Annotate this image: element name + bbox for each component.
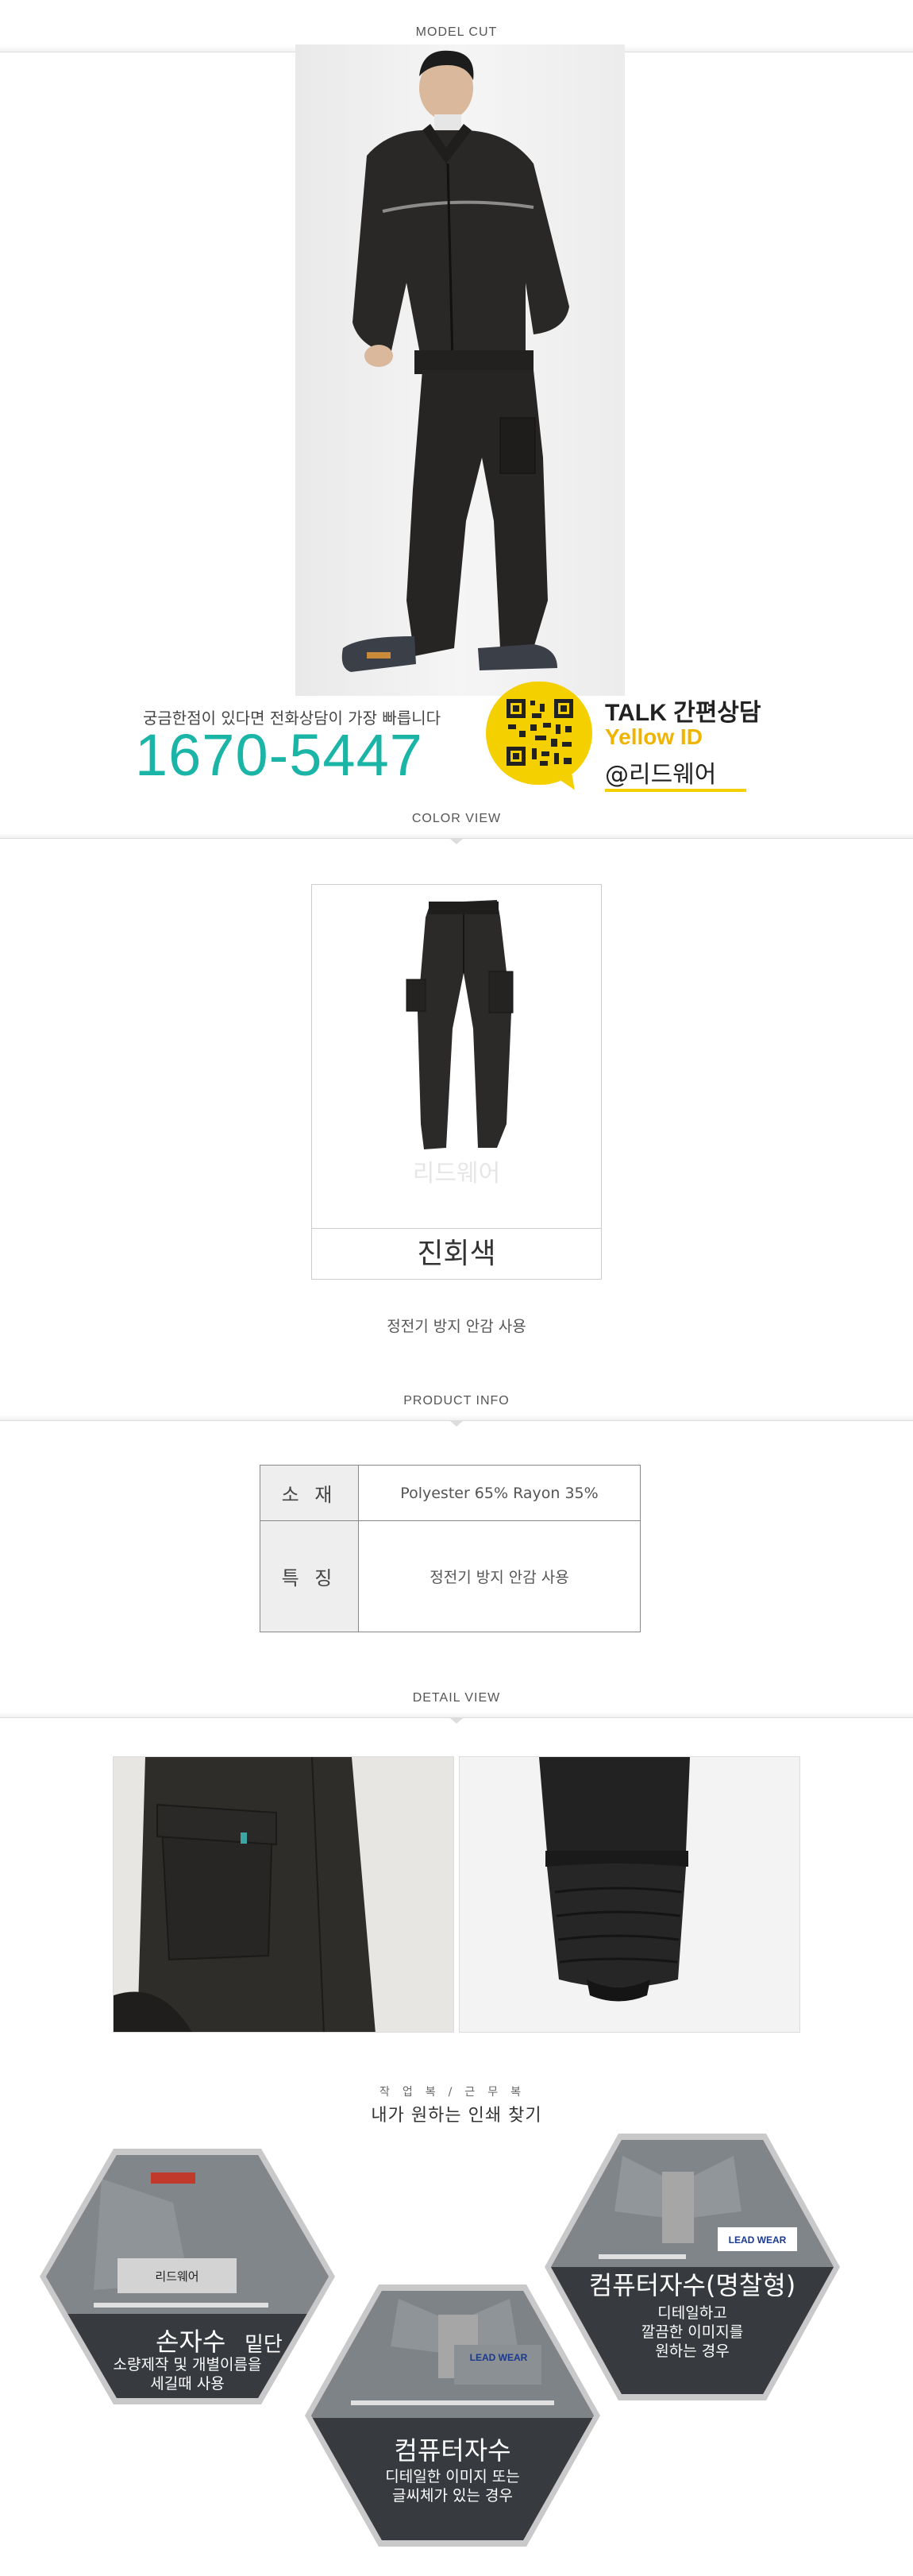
info-key: 특 징 bbox=[260, 1520, 359, 1632]
option-desc-line: 세길때 사용 bbox=[150, 2375, 225, 2393]
option-desc-line: 디테일하고 bbox=[657, 2304, 727, 2322]
option-title: 컴퓨터자수(명찰형) bbox=[588, 2270, 796, 2300]
section-header-color-view: COLOR VIEW bbox=[0, 804, 913, 844]
talk-suffix: 간편상담 bbox=[673, 699, 761, 727]
promo-title: 내가 원하는 인쇄 찾기 bbox=[371, 2106, 542, 2126]
section-title: DETAIL VIEW bbox=[412, 1691, 501, 1705]
print-option-hand-embroidery[interactable]: 리드웨어 손자수 밑단 소량제작 및 개별이름을 세길때 사용 bbox=[40, 2149, 335, 2404]
hex-photo: 리드웨어 손자수 밑단 소량제작 및 개별이름을 세길때 사용 bbox=[46, 2155, 329, 2398]
print-option-name-tag-embroidery[interactable]: LEAD WEAR 컴퓨터자수(명찰형) 디테일하고 깔끔한 이미지를 원하는 … bbox=[545, 2134, 840, 2400]
badge-text: 리드웨어 bbox=[155, 2269, 198, 2284]
info-key: 소 재 bbox=[260, 1465, 359, 1521]
color-note: 정전기 방지 안감 사용 bbox=[387, 1318, 526, 1335]
section-title: PRODUCT INFO bbox=[403, 1394, 510, 1408]
promo-subtitle: 작업복/근무복 bbox=[379, 2086, 534, 2099]
section-title: MODEL CUT bbox=[415, 25, 498, 39]
color-swatch-card[interactable]: 리드웨어 진회색 bbox=[311, 884, 602, 1280]
model-photo bbox=[295, 44, 625, 696]
section-header-product-info: PRODUCT INFO bbox=[0, 1386, 913, 1427]
talk-prefix: TALK bbox=[605, 700, 667, 726]
phone-number[interactable]: 1670-5447 bbox=[135, 721, 423, 789]
kakao-id-underline bbox=[605, 789, 746, 792]
qr-code-icon[interactable] bbox=[503, 696, 576, 769]
detail-image-pocket bbox=[113, 1756, 454, 2033]
overlay-word: 밑단 bbox=[245, 2333, 283, 2357]
hex-photo: LEAD WEAR 컴퓨터자수(명찰형) 디테일하고 깔끔한 이미지를 원하는 … bbox=[551, 2140, 834, 2394]
kakao-talk-label: TALK 간편상담 bbox=[605, 693, 761, 728]
watermark-text: 리드웨어 bbox=[413, 1160, 500, 1188]
info-value: 정전기 방지 안감 사용 bbox=[358, 1520, 641, 1632]
table-row: 특 징 정전기 방지 안감 사용 bbox=[260, 1520, 641, 1632]
option-desc-line: 디테일한 이미지 또는 bbox=[385, 2468, 520, 2485]
option-title: 컴퓨터자수 bbox=[394, 2435, 511, 2466]
badge-text: LEAD WEAR bbox=[470, 2352, 528, 2363]
table-row: 소 재 Polyester 65% Rayon 35% bbox=[260, 1465, 641, 1521]
pants-image: 리드웨어 bbox=[313, 886, 600, 1229]
model-illustration bbox=[341, 50, 569, 672]
yellow-id-label: Yellow ID bbox=[605, 724, 703, 749]
detail-image-cuff bbox=[459, 1756, 800, 2033]
option-desc-line: 깔끔한 이미지를 bbox=[641, 2323, 744, 2341]
color-name: 진회색 bbox=[312, 1228, 601, 1279]
section-header-detail-view: DETAIL VIEW bbox=[0, 1683, 913, 1724]
product-info-table: 소 재 Polyester 65% Rayon 35% 특 징 정전기 방지 안… bbox=[260, 1465, 641, 1632]
badge-text: LEAD WEAR bbox=[729, 2234, 787, 2246]
info-value: Polyester 65% Rayon 35% bbox=[358, 1465, 641, 1521]
section-title: COLOR VIEW bbox=[411, 812, 502, 825]
kakao-id[interactable]: @리드웨어 bbox=[605, 755, 716, 790]
